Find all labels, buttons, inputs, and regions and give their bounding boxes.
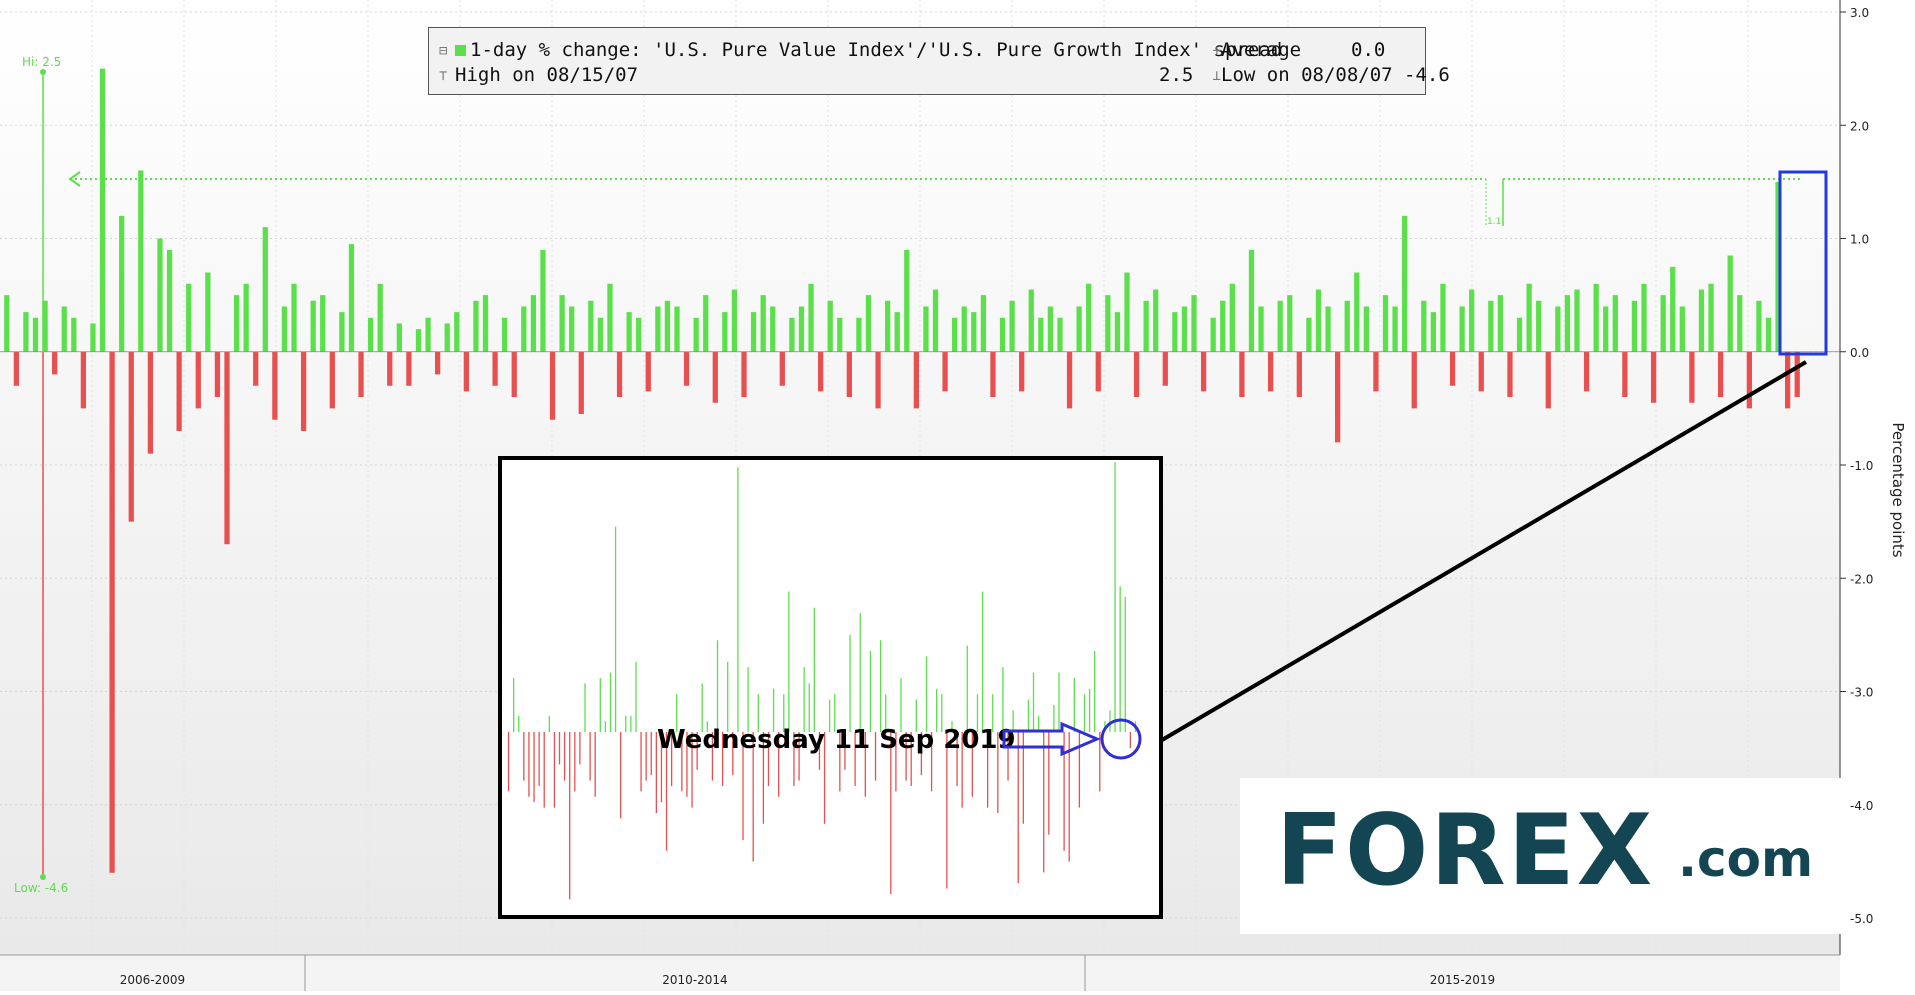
- x-axis-band: [0, 955, 1840, 991]
- y-tick-label: -5.0: [1850, 912, 1873, 926]
- series-toggle-icon[interactable]: ⊟: [439, 43, 455, 59]
- low-marker-dot: [40, 874, 46, 880]
- logo-wordmark: FOREX: [1276, 794, 1655, 908]
- x-period-label: 2006-2009: [120, 973, 185, 987]
- legend-low-value: -4.6: [1404, 64, 1450, 86]
- legend-low-label: Low on 08/08/07: [1221, 64, 1393, 86]
- y-tick-label: 2.0: [1850, 119, 1869, 133]
- zoom-inset-background: [500, 458, 1161, 917]
- high-marker-icon: ⊤: [439, 67, 448, 84]
- y-tick-label: 0.0: [1850, 346, 1869, 360]
- brand-logo: FOREX .com: [1240, 778, 1850, 934]
- y-axis-title: Percentage points: [1889, 422, 1907, 557]
- y-tick-label: -2.0: [1850, 572, 1873, 586]
- legend-high-value: 2.5: [1159, 64, 1194, 86]
- legend-average-value: 0.0: [1351, 39, 1386, 61]
- chart-container: 3.0 2.0 1.0 0.0 -1.0 -2.0 -3.0 -4.0 -5.0 Percenta…: [0, 0, 1915, 991]
- callout-label: Wednesday 11 Sep 2019: [657, 725, 1016, 755]
- x-period-label: 2015-2019: [1430, 973, 1495, 987]
- zoom-inset: Wednesday 11 Sep 2019: [498, 456, 1163, 919]
- legend-row-extremes: ⊤ High on 08/15/07 2.5 ⊥Low on 08/08/07 -…: [439, 64, 1450, 90]
- legend-series-label: 1-day % change: 'U.S. Pure Value Index'/…: [470, 39, 1283, 61]
- legend-average-label: Average: [1221, 39, 1302, 61]
- legend-row-series: ⊟ 1-day % change: 'U.S. Pure Value Index'…: [439, 39, 1415, 65]
- y-tick-label: 1.0: [1850, 233, 1869, 247]
- series-swatch-icon: [455, 45, 466, 56]
- legend-average: +Average: [1205, 39, 1302, 61]
- small-marker-label: 1.1: [1487, 217, 1501, 227]
- low-marker-label: Low: -4.6: [14, 881, 68, 895]
- y-tick-label: -3.0: [1850, 686, 1873, 700]
- average-marker-icon: +: [1212, 42, 1221, 59]
- hi-marker-label: Hi: 2.5: [22, 55, 61, 69]
- y-tick-label: -4.0: [1850, 799, 1873, 813]
- y-tick-label: -1.0: [1850, 459, 1873, 473]
- hi-marker-dot: [40, 69, 46, 75]
- chart-legend: ⊟ 1-day % change: 'U.S. Pure Value Index'…: [428, 27, 1450, 95]
- legend-high-label: High on 08/15/07: [455, 64, 639, 86]
- y-tick-label: 3.0: [1850, 6, 1869, 20]
- legend-low: ⊥Low on 08/08/07 -4.6: [1205, 64, 1450, 86]
- x-period-label: 2010-2014: [662, 973, 727, 987]
- logo-suffix: .com: [1678, 830, 1814, 888]
- low-marker-icon: ⊥: [1212, 67, 1221, 84]
